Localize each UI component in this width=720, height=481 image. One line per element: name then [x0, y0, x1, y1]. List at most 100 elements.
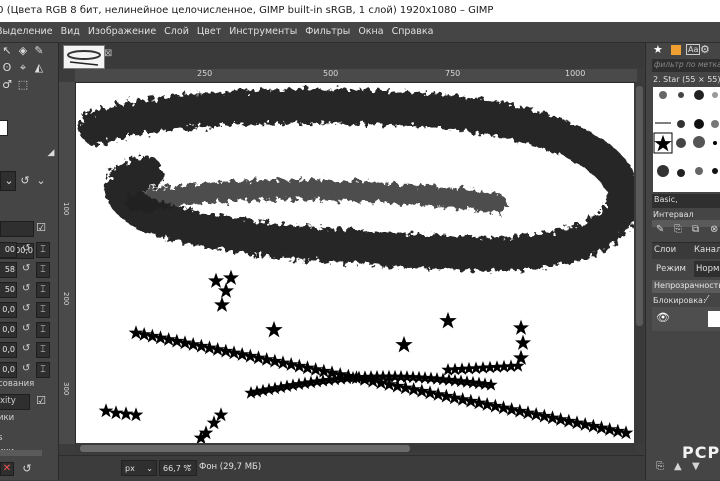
delete-brush-icon[interactable]: ⊗: [710, 224, 718, 235]
menu-windows[interactable]: Окна: [354, 22, 387, 42]
link-icon[interactable]: ⌶: [36, 322, 50, 338]
star-mark: [217, 282, 235, 298]
close-icon[interactable]: ✕: [0, 462, 14, 476]
foreground-color-swatch[interactable]: [0, 120, 8, 136]
option-field[interactable]: 0,0: [0, 322, 17, 338]
link-icon[interactable]: ⌶: [36, 362, 50, 378]
airbrush-tool-icon[interactable]: ✎: [32, 44, 46, 58]
unit-value: px: [125, 464, 135, 473]
star-mark: [222, 269, 240, 285]
patterns-tab-icon[interactable]: [671, 45, 681, 55]
window-title: .0 (Цвета RGB 8 бит, нелинейное целочисл…: [0, 5, 494, 16]
chevron-down-icon[interactable]: ⌄: [185, 459, 193, 470]
vertical-scroll-thumb[interactable]: [636, 86, 643, 326]
option-slider[interactable]: [0, 450, 42, 456]
layer-row[interactable]: 👁: [652, 307, 720, 331]
option-row: 50 ↺ ⌶: [0, 282, 50, 298]
menu-view[interactable]: Вид: [57, 22, 84, 42]
edit-brush-icon[interactable]: ✎: [656, 224, 664, 235]
lock-pixels-icon[interactable]: ⁄: [706, 294, 708, 305]
eraser-tool-icon[interactable]: ◈: [16, 44, 30, 58]
raise-layer-icon[interactable]: ▲: [674, 461, 682, 472]
star-mark: [484, 377, 498, 391]
bucket-fill-tool-icon[interactable]: ◭: [32, 61, 46, 75]
brush-grid[interactable]: [653, 87, 720, 192]
option-field[interactable]: 0,0: [0, 342, 17, 358]
link-icon[interactable]: ⌶: [36, 262, 50, 278]
star-mark: [265, 320, 283, 338]
link-icon[interactable]: ⌶: [36, 242, 50, 258]
unit-select[interactable]: px ⌄: [121, 460, 157, 476]
smudge-tool-icon[interactable]: ♂: [0, 78, 14, 92]
image-tab-thumbnail[interactable]: [63, 45, 105, 69]
text-tool-icon[interactable]: ⌖: [16, 61, 30, 75]
fonts-tab-icon[interactable]: Aa: [686, 44, 701, 55]
reset-icon[interactable]: ↺: [22, 262, 32, 276]
horizontal-ruler: 250 500 750 1000: [75, 69, 637, 83]
link-icon[interactable]: ⌶: [36, 282, 50, 298]
swap-colors-icon[interactable]: ◢: [44, 146, 58, 160]
lasso-tool-icon[interactable]: ʘ: [0, 61, 14, 75]
lower-layer-icon[interactable]: ▼: [692, 461, 700, 472]
reset-icon[interactable]: ↺: [22, 322, 32, 336]
gradients-tab-icon[interactable]: ⚙: [700, 43, 710, 56]
layers-tabs: Слои Канал: [652, 242, 720, 259]
option-field[interactable]: 50: [0, 282, 17, 298]
option-field[interactable]: 58: [0, 262, 17, 278]
link-icon[interactable]: ⌶: [36, 302, 50, 318]
link-icon[interactable]: ⌶: [36, 342, 50, 358]
option-row: 00 ↺ ⌶: [0, 242, 50, 258]
ruler-label: 250: [197, 69, 213, 78]
tag-filter-input[interactable]: фильтр по меткам: [652, 59, 720, 72]
menu-tools[interactable]: Инструменты: [225, 22, 301, 42]
menu-layer[interactable]: Слой: [160, 22, 193, 42]
new-layer-icon[interactable]: ⎘: [656, 461, 664, 472]
image-canvas[interactable]: [76, 83, 634, 443]
paintbrush-tool-icon[interactable]: ↖: [0, 44, 14, 58]
option-row: 58 ↺ ⌶: [0, 262, 50, 278]
spacing-label: Интервал: [653, 210, 694, 219]
brush-name: 2. Star (55 × 55): [653, 75, 720, 84]
dynamics-options-label: ики: [0, 413, 15, 423]
preset-field[interactable]: Basic,: [652, 194, 720, 208]
tab-layers[interactable]: Слои: [654, 245, 676, 255]
dynamics-field[interactable]: xity: [0, 394, 30, 410]
layer-thumbnail: [708, 311, 720, 327]
duplicate-brush-icon[interactable]: ⧉: [692, 224, 699, 235]
brush-thumbnails: [653, 90, 719, 177]
opacity-slider[interactable]: Непрозрачность: [652, 280, 720, 293]
tab-channels[interactable]: Канал: [694, 245, 720, 255]
brush-select[interactable]: [0, 221, 34, 237]
option-field[interactable]: 0,0: [0, 302, 17, 318]
menu-bar: Выделение Вид Изображение Слой Цвет Инструмен…: [0, 22, 720, 43]
layer-mode-select[interactable]: Норма: [694, 261, 720, 277]
new-brush-icon[interactable]: ⎘: [674, 224, 682, 235]
docks-panel: ★ Aa ⚙ фильтр по меткам 2. Star (55 × 55…: [645, 43, 720, 480]
toolbox-panel: ↖ ◈ ✎ ʘ ⌖ ◭ ♂ ⬚ ◢ ⌄ ↺ ⌄ ☑ 100,0 ↺ 00 ↺ ⌶…: [0, 43, 59, 480]
edit-dynamics-icon[interactable]: ☑: [34, 394, 48, 408]
close-tab-icon[interactable]: ⊠: [104, 48, 112, 59]
brushes-tab-icon[interactable]: ★: [653, 43, 663, 56]
ruler-label: 1000: [565, 69, 586, 78]
menu-help[interactable]: Справка: [388, 22, 438, 42]
option-field[interactable]: 0,0: [0, 362, 17, 378]
menu-image[interactable]: Изображение: [84, 22, 160, 42]
edit-brush-icon[interactable]: ☑: [34, 221, 48, 235]
reset-icon[interactable]: ↺: [22, 362, 32, 376]
menu-filters[interactable]: Фильтры: [301, 22, 354, 42]
reset-icon[interactable]: ↺: [22, 282, 32, 296]
option-row: 0,0 ↺ ⌶: [0, 342, 50, 358]
option-row: 0,0 ↺ ⌶: [0, 322, 50, 338]
reset-icon[interactable]: ↺: [22, 242, 32, 256]
reset-icon[interactable]: ↺: [22, 302, 32, 316]
menu-colors[interactable]: Цвет: [193, 22, 225, 42]
visibility-eye-icon[interactable]: 👁: [656, 311, 670, 324]
menu-select[interactable]: Выделение: [0, 22, 57, 42]
restore-icon[interactable]: ↺: [20, 462, 34, 476]
reset-icon[interactable]: ↺: [18, 174, 32, 188]
option-field[interactable]: 00: [0, 242, 17, 258]
reset-icon[interactable]: ↺: [22, 342, 32, 356]
horizontal-scroll-thumb[interactable]: [80, 445, 410, 452]
dodge-tool-icon[interactable]: ⬚: [16, 78, 30, 92]
star-mark: [395, 335, 413, 353]
